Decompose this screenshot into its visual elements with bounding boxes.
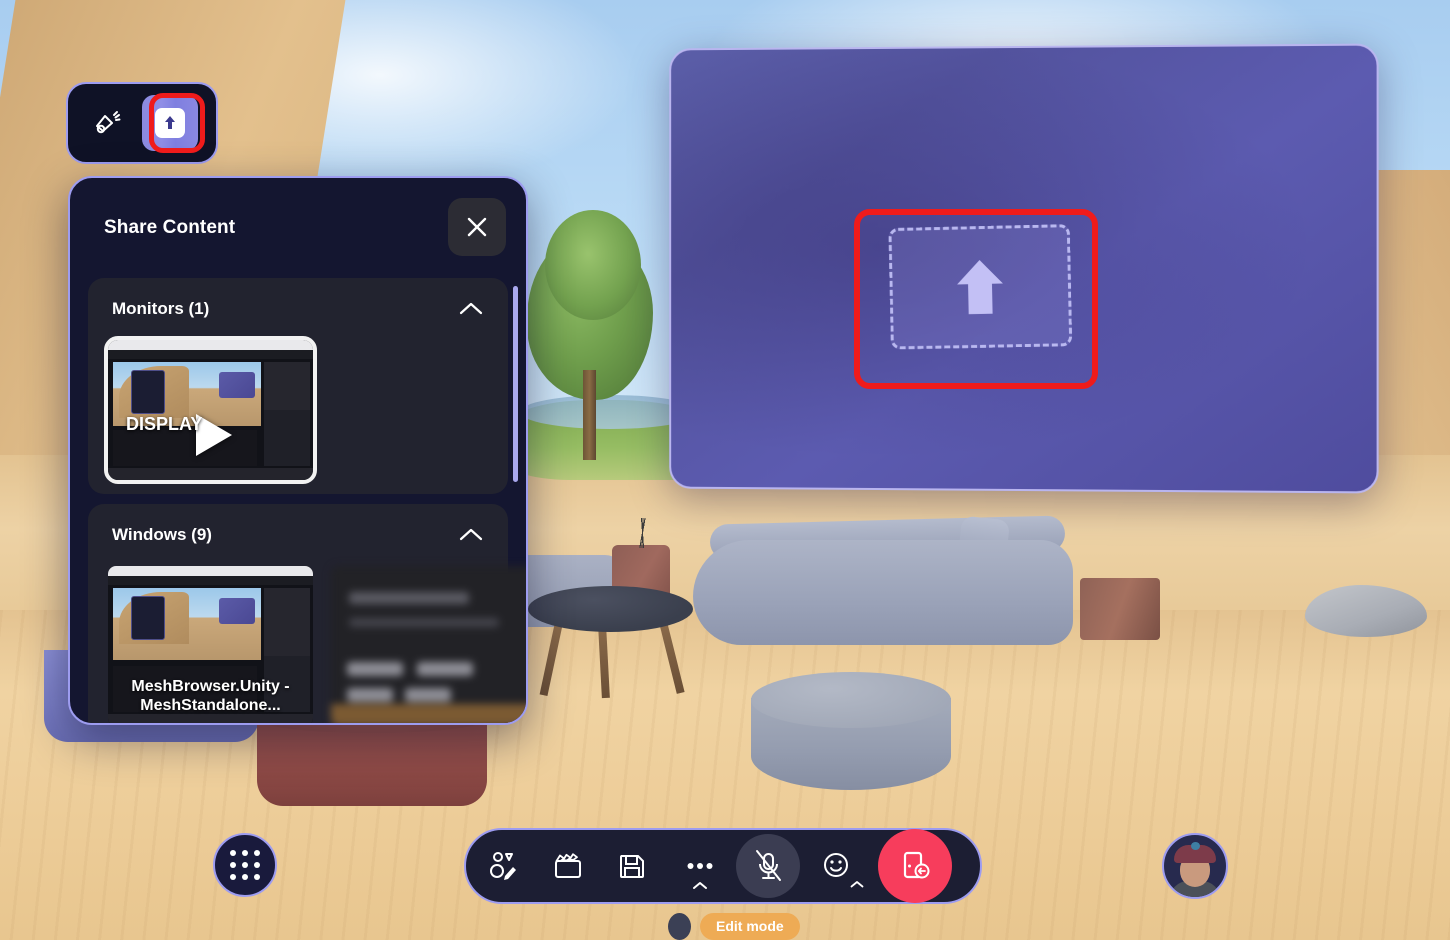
section-header-monitors[interactable]: Monitors (1) bbox=[88, 278, 508, 340]
share-panel-scroll-area[interactable]: Monitors (1) DISPLAY Windows (9) MeshBro… bbox=[70, 278, 526, 723]
window-thumbnail-row: MeshBrowser.Unity - MeshStandalone... bbox=[88, 566, 526, 723]
clapperboard-icon bbox=[555, 853, 581, 878]
share-panel-header: Share Content bbox=[70, 178, 526, 278]
section-title-windows: Windows (9) bbox=[112, 525, 212, 544]
save-icon bbox=[620, 855, 644, 878]
immersive-scene: Share Content Monitors (1) DISPLAY Windo… bbox=[0, 0, 1450, 940]
avatar-cap-button bbox=[1191, 842, 1200, 850]
chevron-up-icon[interactable] bbox=[458, 301, 484, 317]
edit-mode-label[interactable]: Edit mode bbox=[700, 913, 800, 940]
more-options-icon bbox=[687, 863, 713, 869]
share-toolbar[interactable] bbox=[66, 82, 218, 164]
chevron-up-icon[interactable] bbox=[458, 527, 484, 543]
avatar[interactable] bbox=[1162, 833, 1228, 899]
window-thumbnail-blurred[interactable] bbox=[331, 566, 526, 723]
reactions-icon bbox=[96, 111, 121, 134]
save-button[interactable] bbox=[600, 834, 664, 898]
ottoman-top bbox=[751, 672, 951, 728]
section-monitors: Monitors (1) DISPLAY bbox=[88, 278, 508, 494]
bottom-toolbar[interactable] bbox=[464, 828, 982, 904]
window-thumbnail-blurred-label bbox=[331, 708, 526, 723]
monitor-thumbnail-display[interactable]: DISPLAY bbox=[104, 336, 317, 484]
section-windows: Windows (9) MeshBrowser.Unity - MeshStan… bbox=[88, 504, 526, 723]
scene-button[interactable] bbox=[536, 834, 600, 898]
microphone-button[interactable] bbox=[736, 834, 800, 898]
wood-stool bbox=[1080, 578, 1160, 640]
more-options-button[interactable] bbox=[664, 834, 736, 898]
screenshare-dropzone[interactable] bbox=[888, 224, 1073, 350]
sofa bbox=[693, 540, 1073, 645]
chevron-up-icon[interactable] bbox=[692, 881, 708, 890]
customize-avatar-icon bbox=[490, 852, 516, 880]
section-title-monitors: Monitors (1) bbox=[112, 299, 210, 318]
share-content-button[interactable] bbox=[142, 95, 198, 151]
page-title: Share Content bbox=[104, 217, 236, 238]
microphone-muted-icon bbox=[756, 850, 781, 881]
reed-decor bbox=[632, 518, 654, 548]
reactions-button[interactable] bbox=[78, 95, 134, 151]
tree-trunk bbox=[583, 370, 596, 460]
edit-mode-control[interactable]: Edit mode bbox=[668, 913, 800, 940]
share-content-panel[interactable]: Share Content Monitors (1) DISPLAY Windo… bbox=[68, 176, 528, 725]
chevron-up-icon[interactable] bbox=[850, 880, 864, 888]
coffee-table bbox=[528, 586, 693, 632]
emoji-icon bbox=[824, 853, 848, 877]
monitor-thumbnail-row: DISPLAY bbox=[88, 336, 508, 484]
monitor-thumbnail-label: DISPLAY bbox=[126, 414, 203, 435]
upload-arrow-icon bbox=[956, 259, 1004, 315]
customize-avatar-button[interactable] bbox=[472, 834, 536, 898]
leave-button[interactable] bbox=[878, 829, 952, 903]
leave-icon bbox=[903, 851, 930, 879]
window-thumbnail-label: MeshBrowser.Unity - MeshStandalone... bbox=[131, 677, 290, 715]
edit-mode-toggle[interactable] bbox=[668, 913, 691, 940]
panel-scrollbar[interactable] bbox=[513, 286, 518, 482]
close-icon bbox=[467, 217, 487, 237]
close-button[interactable] bbox=[448, 198, 506, 256]
tree-top bbox=[545, 210, 641, 320]
window-preview-blurred bbox=[331, 566, 526, 723]
window-thumbnail-unity[interactable]: MeshBrowser.Unity - MeshStandalone... bbox=[108, 566, 313, 723]
app-launcher-icon bbox=[230, 850, 260, 880]
section-header-windows[interactable]: Windows (9) bbox=[88, 504, 508, 566]
screenshare-board[interactable] bbox=[669, 43, 1379, 494]
app-launcher-button[interactable] bbox=[213, 833, 277, 897]
emoji-button[interactable] bbox=[800, 834, 872, 898]
share-content-icon bbox=[155, 108, 185, 138]
